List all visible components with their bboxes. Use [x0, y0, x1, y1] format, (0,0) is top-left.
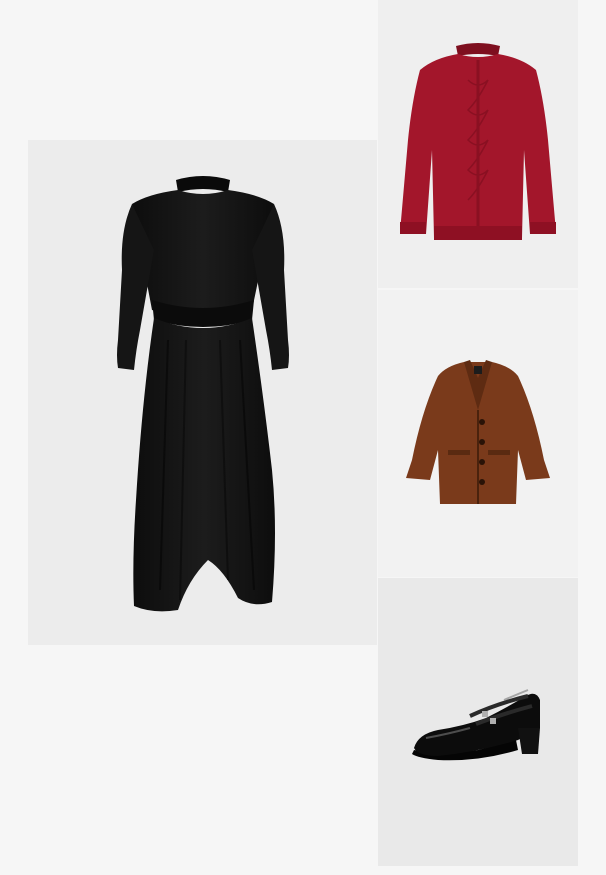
outfit-collage [0, 0, 606, 875]
black-patent-mary-jane-shoe-image [412, 689, 540, 761]
product-tile-coat[interactable] [378, 290, 578, 577]
brown-wool-coat-image [406, 360, 550, 504]
red-cable-knit-sweater-image [400, 43, 556, 240]
product-tile-shoes[interactable] [378, 578, 578, 866]
black-maxi-dress-image [117, 176, 289, 612]
product-tile-dress[interactable] [28, 140, 377, 645]
product-tile-sweater[interactable] [378, 0, 578, 288]
